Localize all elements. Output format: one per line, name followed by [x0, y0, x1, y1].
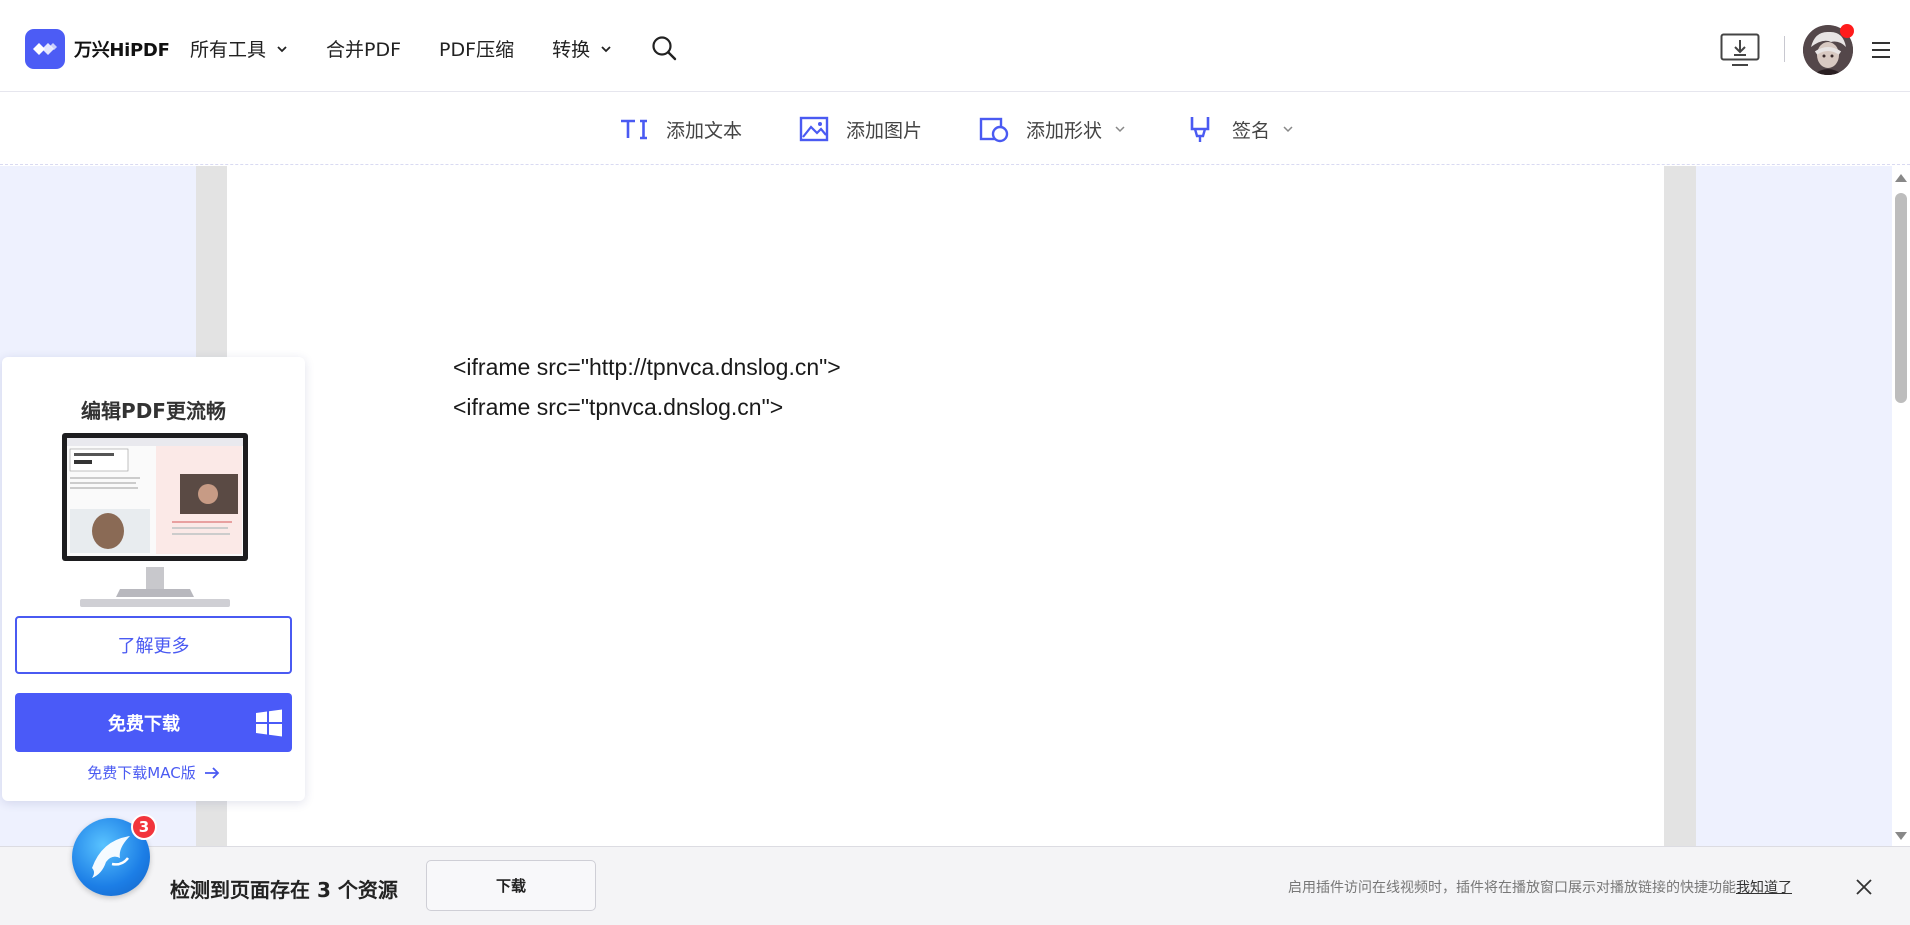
windows-icon: [256, 709, 282, 736]
hamburger-menu-icon[interactable]: [1871, 41, 1891, 59]
image-icon: [799, 116, 829, 142]
arrow-right-icon: [204, 766, 219, 779]
mac-download-label: 免费下载MAC版: [87, 764, 196, 782]
free-download-button[interactable]: 免费下载: [15, 693, 292, 752]
nav-compress-pdf-label: PDF压缩: [439, 39, 515, 61]
text-tool-icon: [621, 119, 647, 140]
resource-download-button[interactable]: 下载: [426, 860, 596, 911]
notification-dot: [1840, 24, 1854, 38]
promo-title: 编辑PDF更流畅: [81, 399, 226, 423]
add-image-button[interactable]: 添加图片: [798, 113, 922, 145]
chevron-down-icon: [277, 45, 287, 52]
plugin-hint: 启用插件访问在线视频时，插件将在播放窗口展示对播放链接的快捷功能我知道了: [1288, 877, 1792, 897]
desktop-download-icon[interactable]: [1720, 33, 1760, 67]
plugin-hint-text: 启用插件访问在线视频时，插件将在播放窗口展示对播放链接的快捷功能: [1288, 880, 1736, 896]
signature-pen-icon: [1190, 117, 1210, 142]
chevron-down-icon: [1283, 126, 1293, 133]
header-divider: [1784, 36, 1785, 62]
logo-mark-icon: [25, 29, 65, 69]
mac-download-link[interactable]: 免费下载MAC版: [2, 762, 305, 783]
shape-icon: [979, 117, 1009, 143]
nav-merge-pdf-label: 合并PDF: [326, 39, 402, 61]
add-shape-button[interactable]: 添加形状: [978, 113, 1126, 145]
resource-download-label: 下载: [495, 877, 526, 895]
nav-convert-label: 转换: [552, 39, 591, 61]
signature-label: 签名: [1232, 119, 1271, 142]
got-it-link[interactable]: 我知道了: [1736, 880, 1792, 896]
add-shape-label: 添加形状: [1026, 119, 1103, 142]
signature-button[interactable]: 签名: [1184, 113, 1294, 145]
chevron-down-icon: [1115, 126, 1125, 133]
pdf-page[interactable]: [227, 166, 1664, 846]
main-nav: 所有工具 合并PDF PDF压缩 转换: [190, 35, 650, 62]
nav-compress-pdf[interactable]: PDF压缩: [439, 35, 514, 62]
close-icon[interactable]: [1853, 876, 1875, 898]
hipdf-logo[interactable]: 万兴HiPDF: [25, 29, 170, 69]
learn-more-label: 了解更多: [117, 636, 190, 657]
resource-count-badge: 3: [131, 814, 157, 840]
scroll-down-arrow-icon[interactable]: [1895, 832, 1907, 840]
scrollbar-thumb[interactable]: [1895, 193, 1907, 403]
add-text-button[interactable]: 添加文本: [618, 113, 742, 145]
desktop-monitor-illustration: [62, 433, 248, 607]
nav-all-tools-label: 所有工具: [190, 39, 267, 61]
document-text-line[interactable]: <iframe src="http://tpnvca.dnslog.cn">: [453, 354, 841, 381]
scroll-up-arrow-icon[interactable]: [1895, 174, 1907, 182]
chevron-down-icon: [601, 45, 611, 52]
edit-toolbar: 添加文本 添加图片 添加形状 签名: [0, 93, 1910, 165]
document-text-line[interactable]: <iframe src="tpnvca.dnslog.cn">: [453, 394, 783, 421]
nav-convert[interactable]: 转换: [552, 35, 612, 62]
desktop-promo-card: 编辑PDF更流畅 了解更多 免费下载 免费下载MAC版: [2, 357, 305, 801]
free-download-label: 免费下载: [108, 713, 180, 735]
add-image-label: 添加图片: [846, 119, 923, 142]
nav-all-tools[interactable]: 所有工具: [190, 35, 288, 62]
add-text-label: 添加文本: [666, 119, 743, 142]
logo-text: 万兴HiPDF: [74, 40, 170, 61]
search-icon[interactable]: [650, 34, 678, 62]
nav-merge-pdf[interactable]: 合并PDF: [326, 35, 401, 62]
detection-message: 检测到页面存在 3 个资源: [170, 878, 398, 902]
learn-more-button[interactable]: 了解更多: [15, 616, 292, 674]
